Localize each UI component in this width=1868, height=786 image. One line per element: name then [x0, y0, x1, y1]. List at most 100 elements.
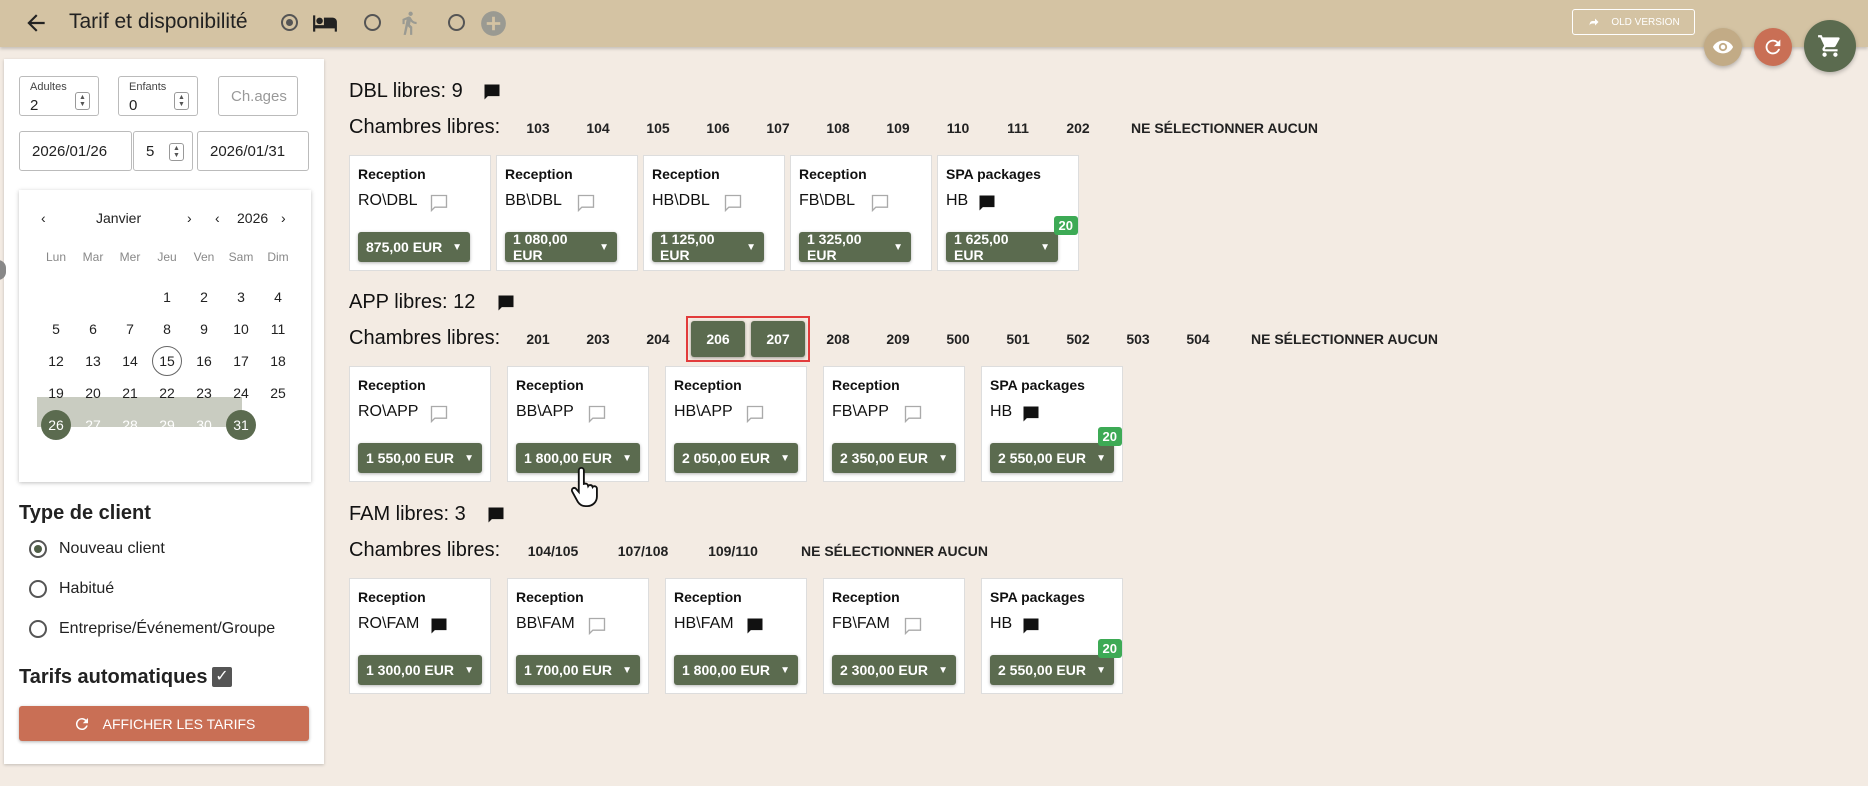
comment-icon[interactable]	[1020, 616, 1040, 634]
price-dropdown-button[interactable]: 1 800,00 EUR ▼	[674, 655, 798, 685]
calendar-day[interactable]: 5	[41, 314, 71, 344]
calendar-day[interactable]: 30	[189, 410, 219, 440]
calendar-day[interactable]: 27	[78, 410, 108, 440]
nights-stepper[interactable]: 5 ▲ ▼	[133, 131, 193, 171]
calendar-day[interactable]: 11	[263, 314, 293, 344]
room-chip[interactable]: 501	[991, 321, 1045, 357]
room-chip[interactable]: 208	[811, 321, 865, 357]
room-chip[interactable]: 106	[691, 110, 745, 146]
mode-radio-extras[interactable]	[448, 14, 465, 31]
room-chip[interactable]: 500	[931, 321, 985, 357]
comment-icon[interactable]	[744, 404, 764, 424]
calendar-day[interactable]: 18	[263, 346, 293, 376]
next-month-icon[interactable]: ›	[187, 210, 192, 226]
client-type-radio-regular[interactable]	[29, 580, 47, 598]
calendar-day[interactable]: 7	[115, 314, 145, 344]
comment-icon[interactable]	[1020, 404, 1040, 422]
calendar-day[interactable]: 28	[115, 410, 145, 440]
client-type-radio-company[interactable]	[29, 620, 47, 638]
calendar-day[interactable]: 19	[41, 378, 71, 408]
next-year-icon[interactable]: ›	[281, 210, 286, 226]
comment-icon[interactable]	[869, 193, 889, 213]
comment-icon[interactable]	[902, 616, 922, 636]
price-dropdown-button[interactable]: 1 625,00 EUR ▼	[946, 231, 1058, 263]
date-from-input[interactable]: 2026/01/26	[19, 131, 132, 171]
price-dropdown-button[interactable]: 875,00 EUR ▼	[358, 232, 470, 262]
adults-spin-icon[interactable]: ▲ ▼	[75, 92, 90, 110]
deselect-all-button[interactable]: NE SÉLECTIONNER AUCUN	[1131, 120, 1318, 136]
deselect-all-button[interactable]: NE SÉLECTIONNER AUCUN	[1251, 331, 1438, 347]
price-dropdown-button[interactable]: 1 550,00 EUR ▼	[358, 443, 482, 473]
calendar-day[interactable]: 6	[78, 314, 108, 344]
room-chip[interactable]: 202	[1051, 110, 1105, 146]
price-dropdown-button[interactable]: 2 550,00 EUR ▼	[990, 655, 1114, 685]
room-chip[interactable]: 108	[811, 110, 865, 146]
comment-icon[interactable]	[575, 193, 595, 213]
nights-spin-icon[interactable]: ▲ ▼	[169, 143, 184, 161]
prev-year-icon[interactable]: ‹	[215, 210, 220, 226]
calendar-day[interactable]: 3	[226, 282, 256, 312]
calendar-day[interactable]: 2	[189, 282, 219, 312]
cart-button[interactable]	[1804, 20, 1856, 72]
calendar-day[interactable]: 8	[152, 314, 182, 344]
room-chip[interactable]: 503	[1111, 321, 1165, 357]
room-chip[interactable]: 201	[511, 321, 565, 357]
calendar-day[interactable]: 31	[226, 410, 256, 440]
calendar-day[interactable]: 4	[263, 282, 293, 312]
price-dropdown-button[interactable]: 1 080,00 EUR ▼	[505, 231, 617, 263]
calendar-day[interactable]: 1	[152, 282, 182, 312]
calendar-day[interactable]: 23	[189, 378, 219, 408]
comment-icon[interactable]	[428, 193, 448, 213]
comment-icon[interactable]	[722, 193, 742, 213]
room-chip[interactable]: 104/105	[511, 533, 595, 569]
price-dropdown-button[interactable]: 1 325,00 EUR ▼	[799, 231, 911, 263]
calendar-day[interactable]: 17	[226, 346, 256, 376]
price-dropdown-button[interactable]: 2 350,00 EUR ▼	[832, 443, 956, 473]
room-chip[interactable]: 104	[571, 110, 625, 146]
calendar-day[interactable]: 13	[78, 346, 108, 376]
comment-icon[interactable]	[744, 616, 764, 634]
price-dropdown-button[interactable]: 1 300,00 EUR ▼	[358, 655, 482, 685]
calendar-day[interactable]: 12	[41, 346, 71, 376]
refresh-fab-button[interactable]	[1754, 28, 1792, 66]
comment-icon[interactable]	[428, 404, 448, 424]
room-chip[interactable]: 110	[931, 110, 985, 146]
room-chip[interactable]: 203	[571, 321, 625, 357]
room-chip[interactable]: 504	[1171, 321, 1225, 357]
comment-icon[interactable]	[481, 82, 503, 107]
date-to-input[interactable]: 2026/01/31	[197, 131, 309, 171]
room-chip[interactable]: 109	[871, 110, 925, 146]
room-chip[interactable]: 502	[1051, 321, 1105, 357]
calendar-day[interactable]: 14	[115, 346, 145, 376]
calendar-day[interactable]: 26	[41, 410, 71, 440]
deselect-all-button[interactable]: NE SÉLECTIONNER AUCUN	[801, 543, 988, 559]
comment-icon[interactable]	[485, 505, 507, 530]
auto-rates-checkbox[interactable]: ✓	[212, 667, 232, 687]
calendar-day[interactable]: 22	[152, 378, 182, 408]
comment-icon[interactable]	[902, 404, 922, 424]
mode-radio-rooms[interactable]	[281, 14, 298, 31]
calendar-day[interactable]: 20	[78, 378, 108, 408]
prev-month-icon[interactable]: ‹	[41, 210, 46, 226]
price-dropdown-button[interactable]: 2 050,00 EUR ▼	[674, 443, 798, 473]
client-type-radio-new[interactable]	[29, 540, 47, 558]
room-chip[interactable]: 204	[631, 321, 685, 357]
children-spin-icon[interactable]: ▲ ▼	[174, 92, 189, 110]
old-version-button[interactable]: OLD VERSION	[1572, 9, 1695, 35]
comment-icon[interactable]	[428, 616, 448, 634]
room-chip[interactable]: 107	[751, 110, 805, 146]
calendar-day[interactable]: 10	[226, 314, 256, 344]
calendar-day[interactable]: 16	[189, 346, 219, 376]
preview-button[interactable]	[1704, 28, 1742, 66]
room-chip[interactable]: 107/108	[601, 533, 685, 569]
calendar-day[interactable]: 25	[263, 378, 293, 408]
price-dropdown-button[interactable]: 2 300,00 EUR ▼	[832, 655, 956, 685]
adults-stepper[interactable]: Adultes 2 ▲ ▼	[19, 76, 99, 116]
comment-icon[interactable]	[976, 193, 996, 211]
room-chip[interactable]: 109/110	[691, 533, 775, 569]
children-stepper[interactable]: Enfants 0 ▲ ▼	[118, 76, 198, 116]
back-arrow-icon[interactable]	[23, 10, 49, 36]
comment-icon[interactable]	[586, 616, 606, 636]
calendar-day[interactable]: 15	[152, 346, 182, 376]
room-chip[interactable]: 105	[631, 110, 685, 146]
